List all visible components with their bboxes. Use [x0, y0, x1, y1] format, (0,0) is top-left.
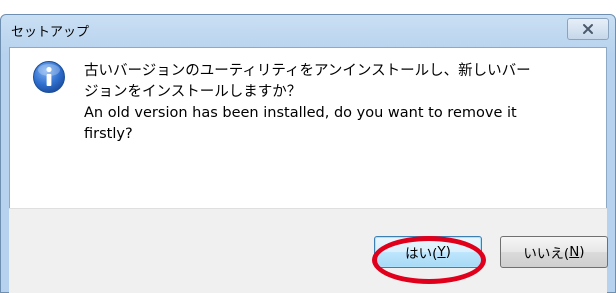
no-button-label: いいえ( [523, 246, 570, 262]
message-line: An old version has been installed, do yo… [84, 105, 517, 121]
button-panel: はい(Y) いいえ(N) [9, 208, 608, 293]
yes-button-accesskey: Y [437, 244, 446, 260]
window-title: セットアップ [11, 25, 90, 40]
message-line: firstly? [84, 126, 133, 142]
title-bar[interactable]: セットアップ [1, 15, 615, 47]
no-button[interactable]: いいえ(N) [500, 236, 608, 268]
yes-button-label: はい( [405, 246, 438, 262]
no-button-label-end: ) [579, 244, 585, 260]
cropped-annotation-text [0, 0, 616, 14]
message-line: 古いバージョンのユーティリティをアンインストールし、新しいバー [84, 63, 531, 79]
no-button-accesskey: N [569, 244, 580, 260]
close-button[interactable] [567, 18, 609, 40]
dialog-message: 古いバージョンのユーティリティをアンインストールし、新しいバー ジョンをインスト… [84, 61, 584, 145]
info-icon [33, 61, 65, 93]
close-icon [583, 24, 593, 34]
yes-button-label-end: ) [445, 244, 451, 260]
message-line: ジョンをインストールしますか？ [84, 84, 302, 100]
yes-button[interactable]: はい(Y) [374, 236, 482, 268]
